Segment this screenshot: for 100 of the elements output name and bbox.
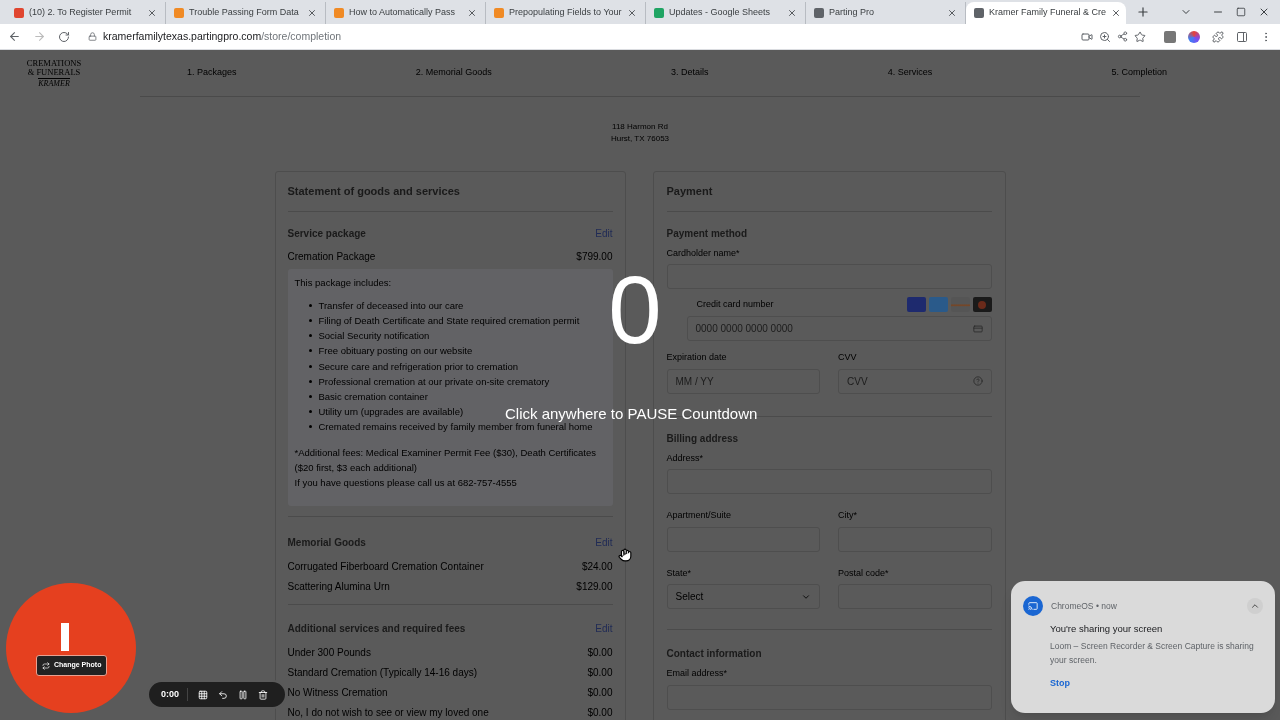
bullet-icon (308, 349, 312, 353)
tab-title: Kramer Family Funeral & Cre (989, 6, 1107, 20)
address-line: Hurst, TX 76053 (610, 133, 670, 145)
cvv-field[interactable]: CVV (838, 368, 992, 394)
card-brand-icon (972, 297, 992, 312)
field-label: Expiration date (666, 351, 728, 364)
item-price: $129.00 (576, 579, 613, 594)
field-label: Postal code* (838, 566, 890, 580)
section-title: Additional services and required fees (287, 622, 466, 637)
package-note: *Additional fees: Medical Examiner Permit Fee ($30), Death Certificates ($20 first, $3 each additional) (294, 445, 597, 475)
expiry-field[interactable]: MM / YY (666, 368, 820, 394)
section-title: Service package (287, 226, 366, 241)
package-item: Filing of Death Certificate and State required cremation permit (318, 313, 580, 328)
tab-title: Trouble Passing Form Data (189, 6, 300, 20)
package-item: Free obituary posting on our website (318, 344, 473, 359)
section-title: Payment method (666, 226, 749, 241)
bookmark-icon[interactable] (1134, 30, 1146, 43)
edit-link[interactable]: Edit (595, 225, 613, 241)
package-item: Cremated remains received by family member from funeral home (318, 421, 593, 435)
item-name: Under 300 Pounds (287, 645, 371, 660)
notification-title: You're sharing your screen (1050, 622, 1164, 636)
field-label: State* (666, 566, 693, 580)
state-select[interactable]: Select (666, 584, 820, 609)
item-name: Standard Cremation (Typically 14-16 days) (287, 665, 478, 680)
bullet-icon (308, 410, 312, 414)
close-icon[interactable] (627, 8, 637, 18)
restart-icon[interactable] (218, 689, 228, 700)
card-brand-icon (906, 297, 926, 312)
maximize-icon[interactable] (1236, 7, 1246, 17)
package-note: If you have questions please call us at 682-757-4555 (294, 475, 518, 490)
close-icon[interactable] (947, 8, 957, 18)
item-price: $0.00 (587, 705, 613, 720)
step-link[interactable]: 3. Details (670, 66, 709, 80)
new-tab-icon[interactable] (1136, 5, 1150, 19)
step-link[interactable]: 1. Packages (187, 66, 237, 80)
step-link[interactable]: 5. Completion (1111, 66, 1167, 80)
step-link[interactable]: 2. Memorial Goods (415, 66, 492, 80)
delete-icon[interactable] (258, 689, 268, 700)
bullet-icon (308, 318, 312, 322)
tab-title: (10) 2. To Register Permit (29, 6, 133, 20)
bullet-icon (308, 425, 312, 429)
close-icon[interactable] (1258, 6, 1270, 18)
field-label: CVV (838, 351, 858, 364)
close-icon[interactable] (467, 8, 477, 18)
extensions-icon[interactable] (1212, 30, 1224, 43)
card-title: Statement of goods and services (287, 184, 461, 199)
url-text: kramerfamilytexas.partingpro.com/store/completion (103, 28, 342, 44)
lock-icon (88, 32, 97, 41)
grid-icon[interactable] (198, 689, 208, 700)
address-bar[interactable]: kramerfamilytexas.partingpro.com/store/completion (82, 26, 1152, 47)
browser-tab[interactable]: Kramer Family Funeral & Cre (966, 2, 1126, 24)
section-title: Memorial Goods (287, 536, 366, 551)
card-brand-icon (928, 297, 948, 312)
field-label: Apartment/Suite (666, 509, 733, 522)
package-intro: This package includes: (294, 275, 393, 290)
chevron-up-icon (1250, 601, 1260, 611)
close-icon[interactable] (147, 8, 157, 18)
edit-link[interactable]: Edit (595, 621, 613, 637)
hand-cursor-icon (618, 548, 632, 562)
countdown-hint[interactable]: Click anywhere to PAUSE Countdown (505, 406, 758, 422)
package-item: Secure care and refrigeration prior to cremation (318, 359, 519, 374)
item-name: No Witness Cremation (287, 685, 388, 700)
field-label: Cardholder name* (666, 246, 741, 260)
item-price: $0.00 (587, 685, 613, 700)
cast-icon (1023, 596, 1043, 616)
section-title: Contact information (666, 647, 763, 661)
stop-button[interactable]: Stop (1050, 677, 1070, 691)
tab-title: Prepopulating Fields to Your (509, 6, 622, 20)
extension-icon[interactable] (1188, 30, 1200, 43)
edit-link[interactable]: Edit (595, 535, 613, 551)
camera-icon[interactable] (1081, 30, 1093, 43)
tab-title: Updates - Google Sheets (669, 6, 772, 20)
help-icon (972, 376, 983, 386)
close-icon[interactable] (787, 8, 797, 18)
zoom-icon[interactable] (1099, 30, 1111, 43)
card-icon (972, 323, 983, 334)
logo[interactable]: CREMATIONS & FUNERALS KRAMER (24, 58, 84, 88)
field-label: Address* (666, 451, 705, 465)
notification-body: Loom – Screen Recorder & Screen Capture is sharing your screen. (1050, 640, 1255, 668)
recording-time: 0:00 (161, 687, 188, 702)
pause-icon[interactable] (238, 689, 248, 700)
item-price: $0.00 (587, 665, 613, 680)
side-panel-icon[interactable] (1236, 30, 1248, 43)
close-icon[interactable] (307, 8, 317, 18)
item-price: $24.00 (581, 559, 613, 574)
extension-icon[interactable] (1164, 30, 1176, 43)
share-icon[interactable] (1117, 31, 1128, 42)
bullet-icon (308, 394, 312, 398)
bullet-icon (308, 334, 312, 338)
back-icon[interactable] (8, 30, 21, 43)
bullet-icon (308, 303, 312, 307)
field-label: Credit card number (696, 297, 774, 311)
package-item: Social Security notification (318, 329, 430, 344)
step-link[interactable]: 4. Services (887, 66, 933, 80)
tab-title: How to Automatically Pass (349, 6, 457, 20)
reload-icon[interactable] (58, 30, 70, 43)
close-icon[interactable] (1111, 8, 1122, 18)
item-name: Scattering Alumina Urn (287, 579, 390, 594)
bullet-icon (308, 364, 312, 368)
address-line: 118 Harmon Rd (612, 121, 668, 133)
